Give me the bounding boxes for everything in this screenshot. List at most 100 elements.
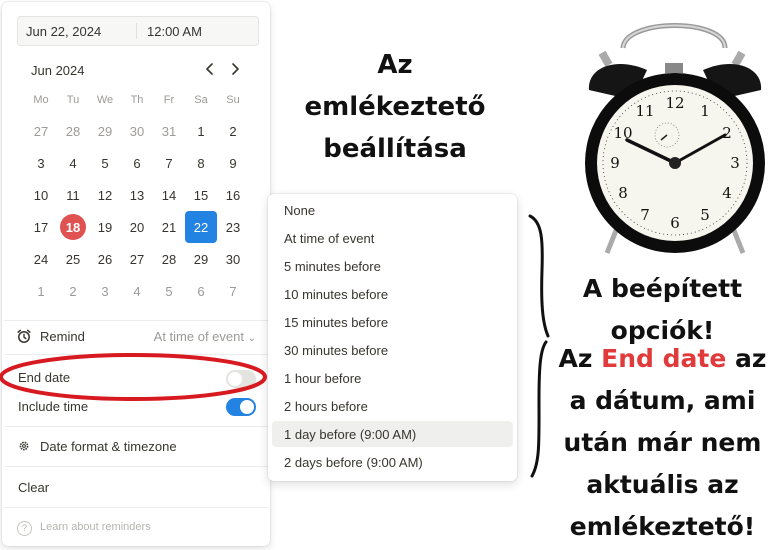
calendar-day[interactable]: 29 [187,245,215,273]
remind-option[interactable]: None [272,197,513,223]
remind-option[interactable]: 2 days before (9:00 AM) [272,449,513,475]
bracket-upper [528,214,550,338]
calendar-day[interactable]: 28 [155,245,183,273]
remind-select[interactable]: At time of event ⌄ [154,329,256,344]
calendar-day[interactable]: 26 [91,245,119,273]
include-time-row: Include time [2,391,270,421]
clock-numeral: 5 [700,206,710,224]
calendar-day[interactable]: 5 [91,149,119,177]
remind-option[interactable]: At time of event [272,225,513,251]
previous-month-button[interactable] [200,58,220,80]
remind-option-label: 10 minutes before [284,287,389,302]
end-date-toggle[interactable] [226,370,256,388]
calendar-day[interactable]: 23 [219,213,247,241]
annotation-line: beállítása [323,134,467,164]
calendar-day-selected[interactable]: 22 [185,211,217,243]
calendar-day[interactable]: 30 [123,117,151,145]
calendar-day[interactable]: 27 [123,245,151,273]
calendar-day[interactable]: 9 [219,149,247,177]
clock-numeral: 2 [722,124,732,142]
remind-option[interactable]: 10 minutes before [272,281,513,307]
annotation-line: A beépített [582,274,743,303]
remind-option[interactable]: 15 minutes before [272,309,513,335]
calendar-day[interactable]: 16 [219,181,247,209]
calendar-day[interactable]: 25 [59,245,87,273]
calendar-day[interactable]: 6 [123,149,151,177]
date-format-button[interactable]: Date format & timezone [2,431,270,461]
remind-option-label: None [284,203,316,218]
calendar-day-today[interactable]: 18 [60,214,86,240]
calendar-day[interactable]: 27 [27,117,55,145]
divider [4,507,268,508]
time-field[interactable]: 12:00 AM [147,24,202,39]
calendar-day[interactable]: 8 [187,149,215,177]
clock-numeral: 10 [613,124,632,142]
remind-row[interactable]: Remind At time of event ⌄ [2,321,270,351]
annotation-highlight: End date [601,344,727,373]
remind-option-label: 2 days before (9:00 AM) [284,455,423,470]
alarm-clock-illustration: 12 12 3 45 6 78 9 1011 [585,23,765,254]
calendar-day[interactable]: 4 [123,277,151,305]
calendar-day[interactable]: 2 [59,277,87,305]
remind-value: At time of event [153,329,244,344]
divider [4,426,268,427]
calendar-day[interactable]: 13 [123,181,151,209]
calendar-day[interactable]: 15 [187,181,215,209]
calendar-day[interactable]: 30 [219,245,247,273]
clock-numeral: 8 [618,184,628,202]
calendar-day[interactable]: 21 [155,213,183,241]
include-time-label: Include time [18,399,89,414]
chevron-down-icon: ⌄ [247,333,256,344]
calendar-day[interactable]: 17 [27,213,55,241]
annotation-line: aktuális az [586,470,739,499]
annotation-title: Az emlékeztető beállítása [290,44,500,170]
calendar-day[interactable]: 5 [155,277,183,305]
remind-option[interactable]: 30 minutes before [272,337,513,363]
toggle-knob [240,400,254,414]
calendar-day[interactable]: 3 [91,277,119,305]
calendar-day[interactable]: 28 [59,117,87,145]
date-field[interactable]: Jun 22, 2024 [26,24,101,39]
calendar-day[interactable]: 11 [59,181,87,209]
remind-option[interactable]: 2 hours before [272,393,513,419]
remind-option[interactable]: 1 day before (9:00 AM) [272,421,513,447]
remind-option[interactable]: 1 hour before [272,365,513,391]
toggle-knob [228,372,242,386]
remind-option-label: At time of event [284,231,375,246]
next-month-button[interactable] [225,58,245,80]
calendar-day[interactable]: 1 [27,277,55,305]
remind-option[interactable]: 5 minutes before [272,253,513,279]
calendar-day[interactable]: 29 [91,117,119,145]
calendar-day[interactable]: 10 [27,181,55,209]
annotation-line: után már nem [563,428,762,457]
remind-option-label: 1 day before (9:00 AM) [284,427,417,442]
calendar-day[interactable]: 1 [187,117,215,145]
calendar-day[interactable]: 3 [27,149,55,177]
calendar-day[interactable]: 19 [91,213,119,241]
calendar-day[interactable]: 12 [91,181,119,209]
weekday-header: Tu [66,94,80,106]
chevron-right-icon [232,63,239,75]
calendar-day[interactable]: 7 [155,149,183,177]
annotation-line: Az [377,50,413,80]
month-label: Jun 2024 [31,63,85,78]
clock-numeral: 7 [640,206,650,224]
calendar-day[interactable]: 6 [187,277,215,305]
clear-button[interactable]: Clear [2,472,270,502]
remind-option-label: 1 hour before [284,371,362,386]
clock-numeral: 3 [730,154,740,172]
include-time-toggle[interactable] [226,398,256,416]
calendar-day[interactable]: 31 [155,117,183,145]
calendar-day[interactable]: 4 [59,149,87,177]
weekday-header: Su [226,94,240,106]
calendar-day[interactable]: 7 [219,277,247,305]
calendar-day[interactable]: 20 [123,213,151,241]
gear-icon [19,441,29,451]
calendar-day[interactable]: 2 [219,117,247,145]
weekday-header: Fr [163,94,175,106]
date-time-input[interactable]: Jun 22, 2024 12:00 AM [17,16,259,46]
learn-reminders-link[interactable]: ? Learn about reminders [2,514,270,544]
annotation-line: emlékeztető! [569,512,756,541]
calendar-day[interactable]: 24 [27,245,55,273]
calendar-day[interactable]: 14 [155,181,183,209]
